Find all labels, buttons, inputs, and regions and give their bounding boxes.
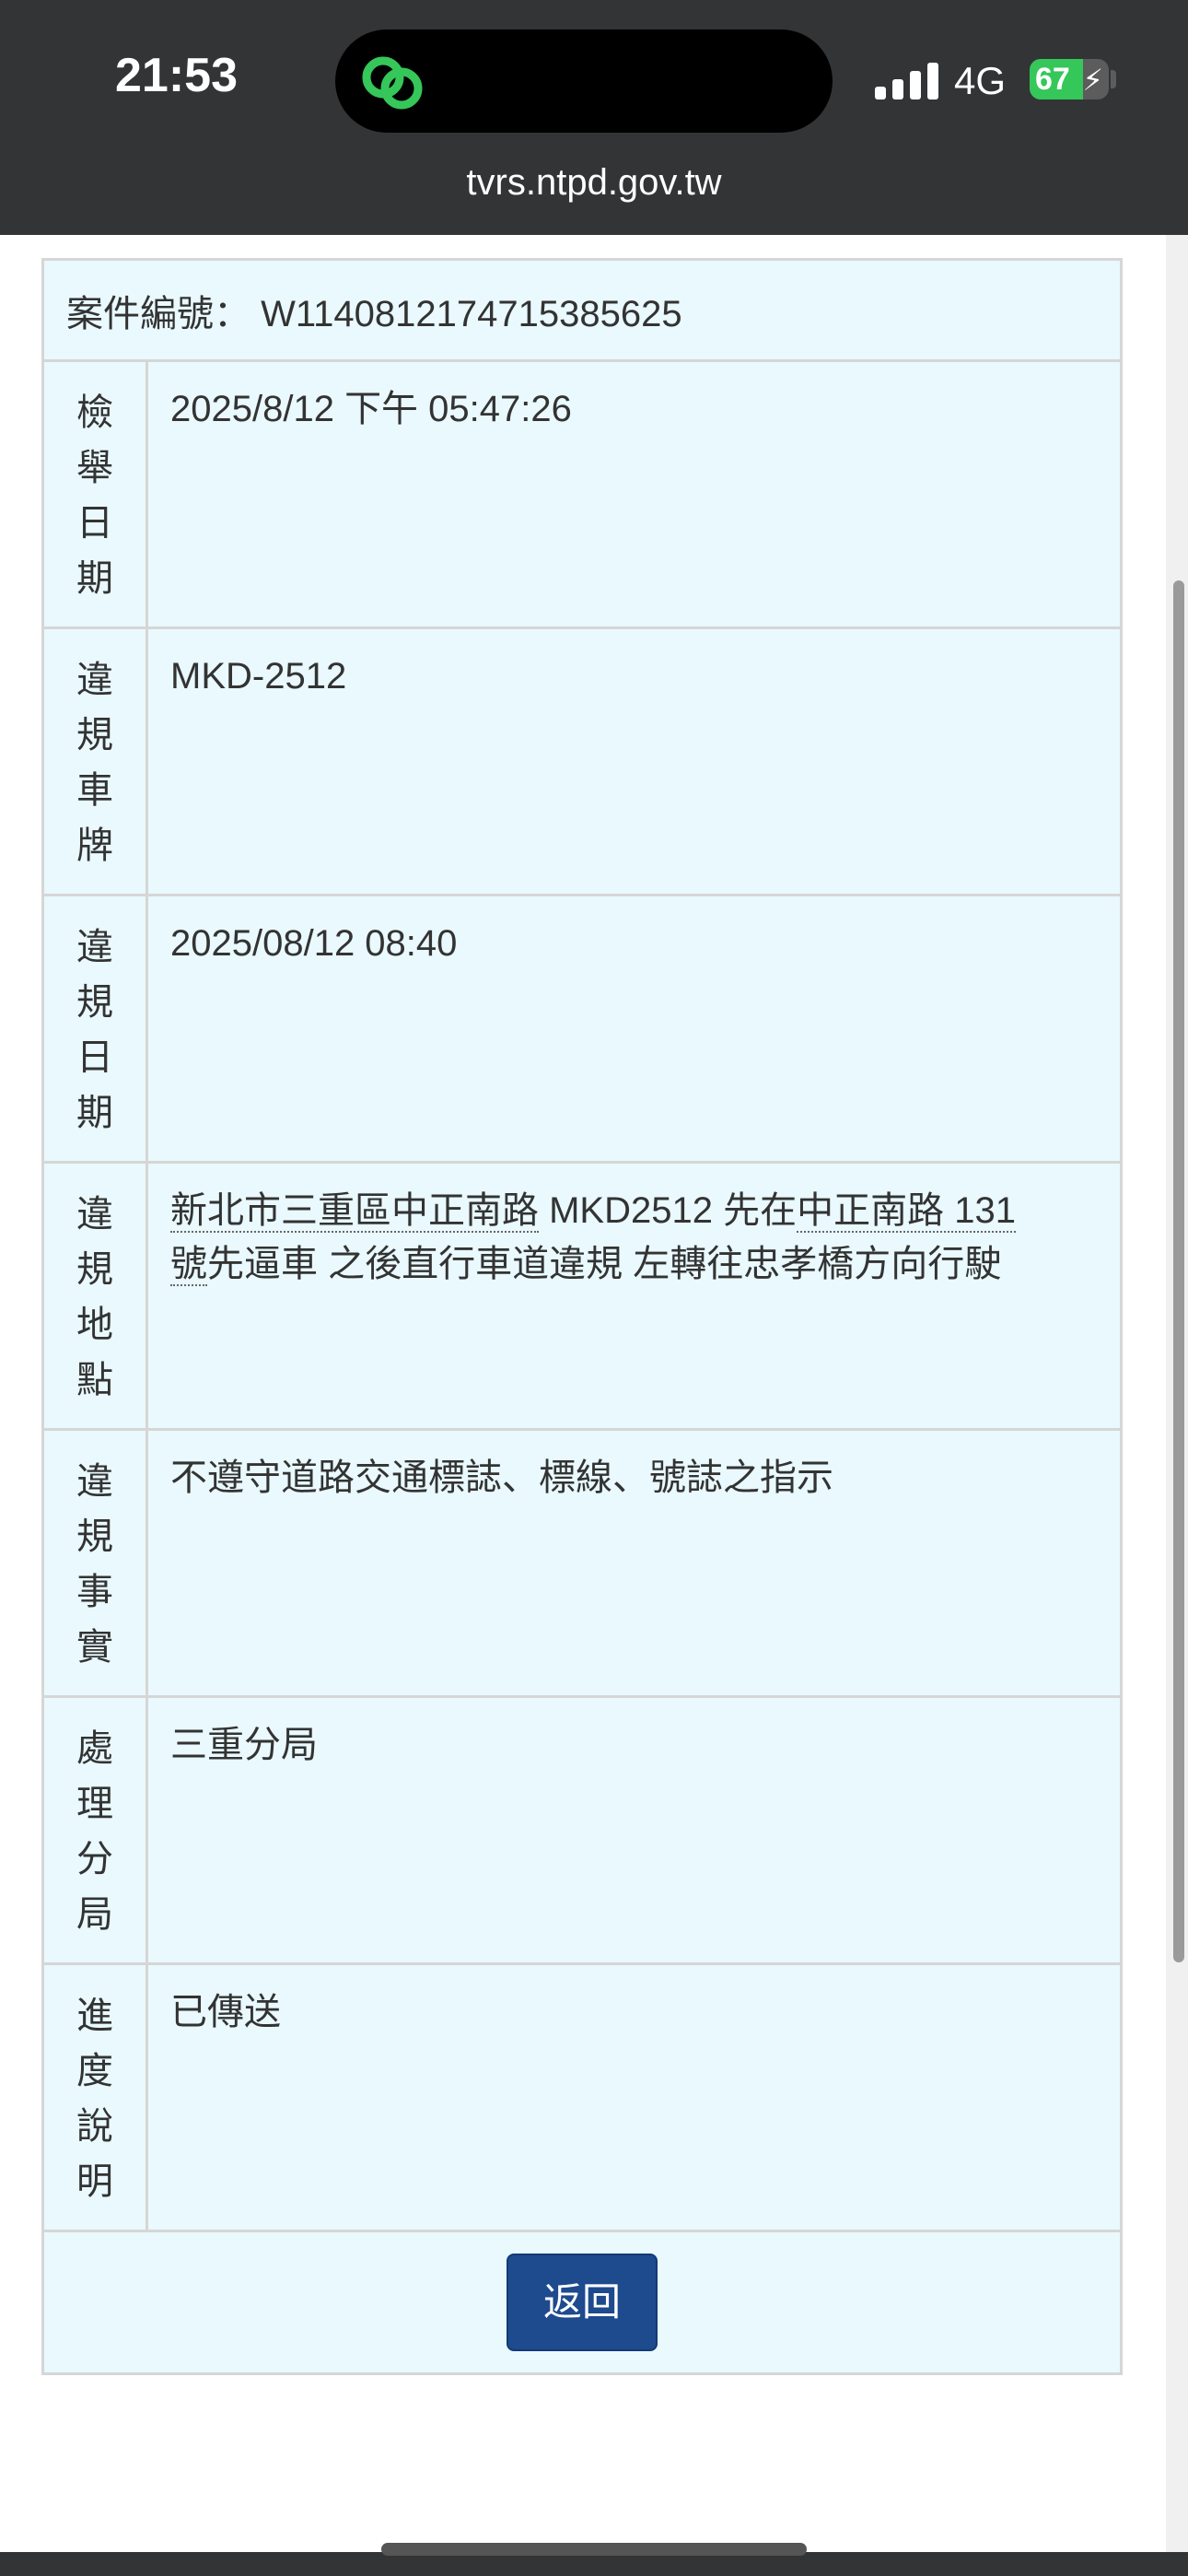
address-link[interactable]: 中正南路 131 bbox=[797, 1190, 1016, 1233]
page-content: 案件編號： W1140812174715385625 檢舉日期 2025/8/1… bbox=[0, 235, 1188, 2552]
scrollbar[interactable] bbox=[1173, 580, 1184, 1962]
case-number-label: 案件編號： bbox=[66, 293, 250, 334]
violation-date-value: 2025/08/12 08:40 bbox=[146, 894, 1123, 1164]
case-number-value: W1140812174715385625 bbox=[261, 293, 682, 334]
table-row: 進度說明 已傳送 bbox=[41, 1962, 1123, 2232]
case-number-cell: 案件編號： W1140812174715385625 bbox=[41, 258, 1123, 362]
table-row: 違規車牌 MKD-2512 bbox=[41, 626, 1123, 896]
status-time: 21:53 bbox=[115, 49, 238, 102]
row-label: 違規車牌 bbox=[41, 626, 148, 896]
license-plate-value: MKD-2512 bbox=[146, 626, 1123, 896]
button-cell: 返回 bbox=[41, 2230, 1123, 2375]
battery-icon: 67 ⚡ bbox=[1030, 59, 1109, 100]
status-bar: 21:53 4G 67 ⚡ tvrs.ntpd.gov.tw bbox=[0, 0, 1188, 235]
battery-level: 67 bbox=[1035, 62, 1070, 97]
signal-icon bbox=[875, 61, 939, 100]
home-indicator[interactable] bbox=[381, 2543, 807, 2556]
row-label: 進度說明 bbox=[41, 1962, 148, 2232]
table-row: 處理分局 三重分局 bbox=[41, 1695, 1123, 1965]
charging-icon: ⚡ bbox=[1082, 63, 1103, 98]
row-label: 檢舉日期 bbox=[41, 359, 148, 629]
violation-fact-value: 不遵守道路交通標誌、標線、號誌之指示 bbox=[146, 1428, 1123, 1698]
dynamic-island bbox=[335, 29, 833, 133]
row-label: 違規日期 bbox=[41, 894, 148, 1164]
address-link[interactable]: 新北市三重區中正南路 bbox=[170, 1190, 539, 1233]
address-link[interactable]: 號 bbox=[170, 1244, 207, 1286]
table-row: 違規日期 2025/08/12 08:40 bbox=[41, 894, 1123, 1164]
table-row: 違規事實 不遵守道路交通標誌、標線、號誌之指示 bbox=[41, 1428, 1123, 1698]
row-label: 違規地點 bbox=[41, 1161, 148, 1431]
table-row: 違規地點 新北市三重區中正南路 MKD2512 先在中正南路 131 號先逼車 之… bbox=[41, 1161, 1123, 1431]
link-icon bbox=[362, 56, 423, 110]
progress-status-value: 已傳送 bbox=[146, 1962, 1123, 2232]
handling-branch-value: 三重分局 bbox=[146, 1695, 1123, 1965]
violation-location-value: 新北市三重區中正南路 MKD2512 先在中正南路 131 號先逼車 之後直行車道… bbox=[146, 1161, 1123, 1431]
case-detail-table: 案件編號： W1140812174715385625 檢舉日期 2025/8/1… bbox=[41, 258, 1123, 2375]
network-type: 4G bbox=[954, 59, 1007, 102]
battery-cap bbox=[1111, 70, 1116, 88]
row-label: 違規事實 bbox=[41, 1428, 148, 1698]
back-button[interactable]: 返回 bbox=[507, 2254, 658, 2351]
report-date-value: 2025/8/12 下午 05:47:26 bbox=[146, 359, 1123, 629]
address-bar-url[interactable]: tvrs.ntpd.gov.tw bbox=[0, 162, 1188, 204]
table-row: 檢舉日期 2025/8/12 下午 05:47:26 bbox=[41, 359, 1123, 629]
row-label: 處理分局 bbox=[41, 1695, 148, 1965]
